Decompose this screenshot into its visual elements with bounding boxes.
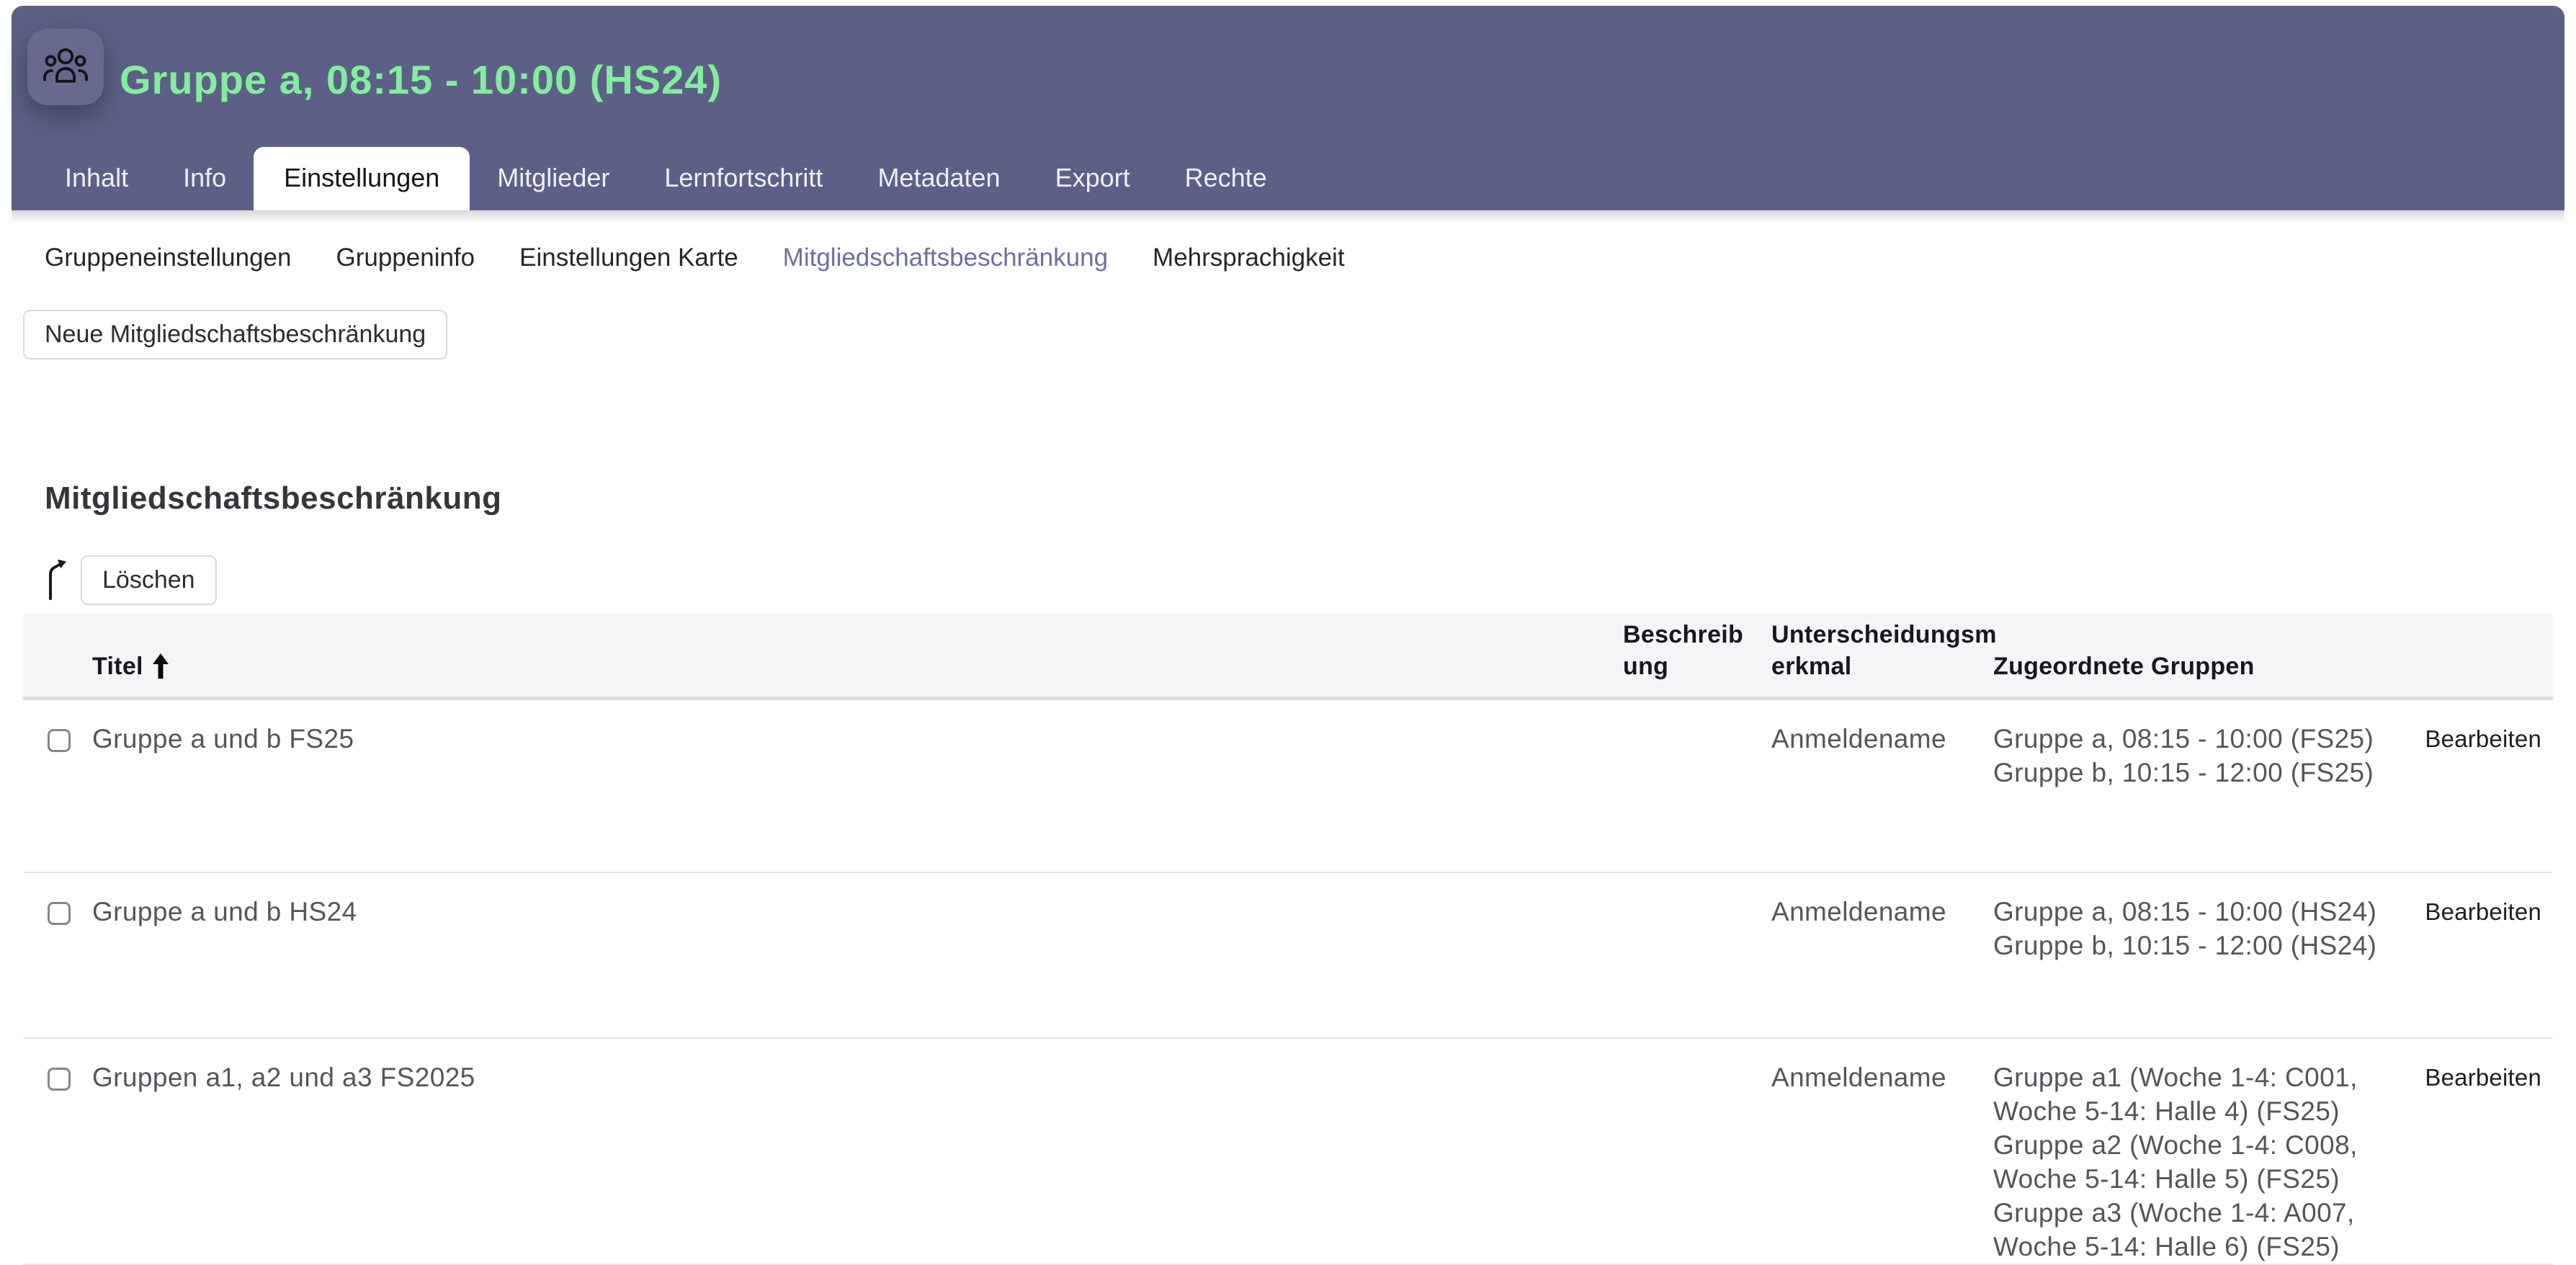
main-tab-bar: InhaltInfoEinstellungenMitgliederLernfor… (37, 147, 1294, 210)
row-checkbox[interactable] (48, 902, 71, 925)
new-restriction-button[interactable]: Neue Mitgliedschaftsbeschränkung (23, 310, 447, 359)
row-edit-link[interactable]: Bearbeiten (2415, 1060, 2553, 1094)
table-body: Gruppe a und b FS25 Anmeldename Gruppe a… (23, 700, 2553, 1265)
table-row: Gruppe a und b FS25 Anmeldename Gruppe a… (23, 700, 2553, 873)
assigned-group: Gruppe b, 10:15 - 12:00 (FS25) (1993, 756, 2401, 790)
tab-rechte[interactable]: Rechte (1158, 163, 1294, 210)
row-edit-link[interactable]: Bearbeiten (2415, 722, 2553, 756)
column-header-beschreibung[interactable]: Beschreib ung (1623, 619, 1771, 682)
row-checkbox-cell (23, 722, 84, 760)
tab-metadaten[interactable]: Metadaten (850, 163, 1027, 210)
group-icon-tile (27, 29, 104, 105)
row-checkbox[interactable] (48, 729, 71, 752)
subnav-item-einstellungen-karte[interactable]: Einstellungen Karte (519, 242, 738, 274)
tab-lernfortschritt[interactable]: Lernfortschritt (637, 163, 850, 210)
page-title: Gruppe a, 08:15 - 10:00 (HS24) (120, 56, 722, 103)
row-zugeordnete-gruppen: Gruppe a, 08:15 - 10:00 (HS24)Gruppe b, … (1993, 895, 2415, 962)
row-checkbox[interactable] (48, 1068, 71, 1091)
row-zugeordnete-gruppen: Gruppe a, 08:15 - 10:00 (FS25)Gruppe b, … (1993, 722, 2415, 790)
row-checkbox-cell (23, 895, 84, 933)
group-people-icon (41, 43, 90, 91)
subnav-item-gruppeninfo[interactable]: Gruppeninfo (336, 242, 475, 274)
table-row: Gruppen a1, a2 und a3 FS2025 Anmeldename… (23, 1039, 2553, 1265)
bulk-actions-row: Löschen (43, 555, 2576, 605)
column-header-unterscheidungsmerkmal[interactable]: Unterscheidungsm erkmal (1771, 619, 1993, 682)
titel-label: Titel (92, 651, 143, 682)
tab-einstellungen[interactable]: Einstellungen (254, 147, 470, 210)
sort-ascending-icon[interactable] (152, 653, 169, 679)
row-checkbox-cell (23, 1060, 84, 1099)
assigned-group: Gruppe a, 08:15 - 10:00 (HS24) (1993, 895, 2401, 929)
assigned-group: Gruppe a, 08:15 - 10:00 (FS25) (1993, 722, 2401, 756)
tab-inhalt[interactable]: Inhalt (37, 163, 156, 210)
section-heading: Mitgliedschaftsbeschränkung (45, 480, 2576, 517)
table-header-row: Titel Beschreib ung Unterscheidungsm erk… (23, 614, 2553, 700)
settings-subnav: Gruppeneinstellungen Gruppeninfo Einstellu… (45, 242, 2576, 274)
restrictions-table: Titel Beschreib ung Unterscheidungsm erk… (23, 614, 2553, 1265)
row-unterscheidungsmerkmal: Anmeldename (1771, 1060, 1993, 1094)
group-header: Gruppe a, 08:15 - 10:00 (HS24) InhaltInf… (12, 6, 2564, 210)
table-row: Gruppe a und b HS24 Anmeldename Gruppe a… (23, 873, 2553, 1039)
row-unterscheidungsmerkmal: Anmeldename (1771, 895, 1993, 929)
arrow-turn-up-right-icon (43, 560, 71, 602)
tab-export[interactable]: Export (1028, 163, 1158, 210)
assigned-group: Gruppe b, 10:15 - 12:00 (HS24) (1993, 929, 2401, 962)
row-zugeordnete-gruppen: Gruppe a1 (Woche 1-4: C001, Woche 5-14: … (1993, 1060, 2415, 1264)
row-unterscheidungsmerkmal: Anmeldename (1771, 722, 1993, 756)
row-titel: Gruppe a und b HS24 (84, 895, 1623, 929)
assigned-group: Gruppe a2 (Woche 1-4: C008, Woche 5-14: … (1993, 1128, 2401, 1196)
header-shadow (12, 210, 2564, 223)
subnav-item-mehrsprachigkeit[interactable]: Mehrsprachigkeit (1153, 242, 1345, 274)
subnav-item-mitgliedschaftsbeschr-nkung[interactable]: Mitgliedschaftsbeschränkung (783, 242, 1108, 274)
delete-button[interactable]: Löschen (81, 555, 217, 605)
column-header-titel[interactable]: Titel (84, 651, 1623, 682)
assigned-group: Gruppe a1 (Woche 1-4: C001, Woche 5-14: … (1993, 1060, 2401, 1128)
tab-mitglieder[interactable]: Mitglieder (470, 163, 637, 210)
column-header-zugeordnete-gruppen[interactable]: Zugeordnete Gruppen (1993, 651, 2415, 682)
tab-info[interactable]: Info (156, 163, 254, 210)
row-titel: Gruppen a1, a2 und a3 FS2025 (84, 1060, 1623, 1094)
row-titel: Gruppe a und b FS25 (84, 722, 1623, 756)
subnav-item-gruppeneinstellungen[interactable]: Gruppeneinstellungen (45, 242, 291, 274)
row-edit-link[interactable]: Bearbeiten (2415, 895, 2553, 929)
